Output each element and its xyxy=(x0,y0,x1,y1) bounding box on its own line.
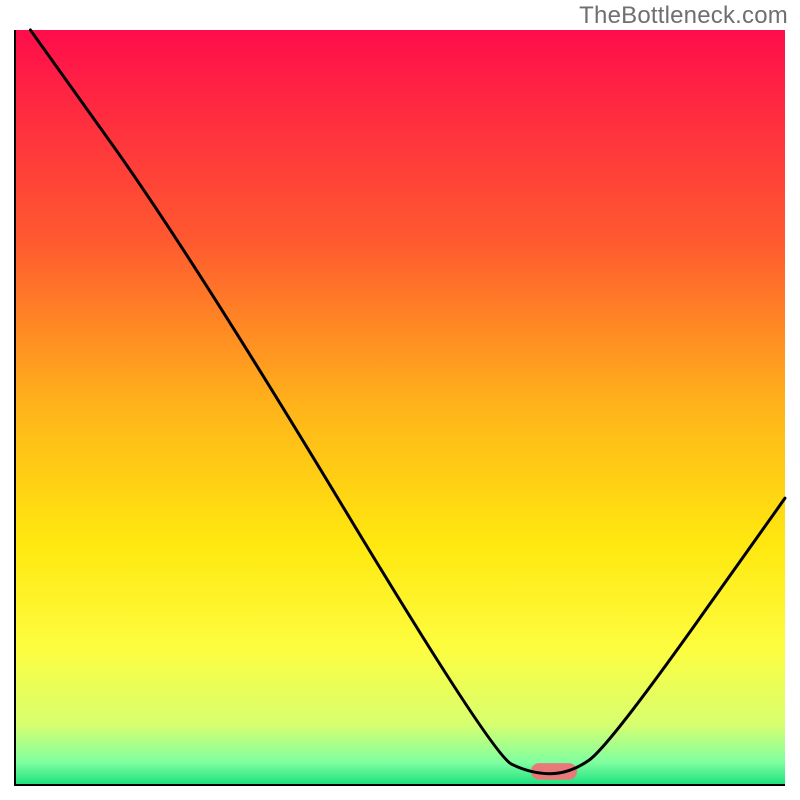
plot-background xyxy=(15,30,785,785)
chart-container: TheBottleneck.com xyxy=(0,0,800,800)
bottleneck-chart xyxy=(0,0,800,800)
watermark-text: TheBottleneck.com xyxy=(579,2,788,30)
